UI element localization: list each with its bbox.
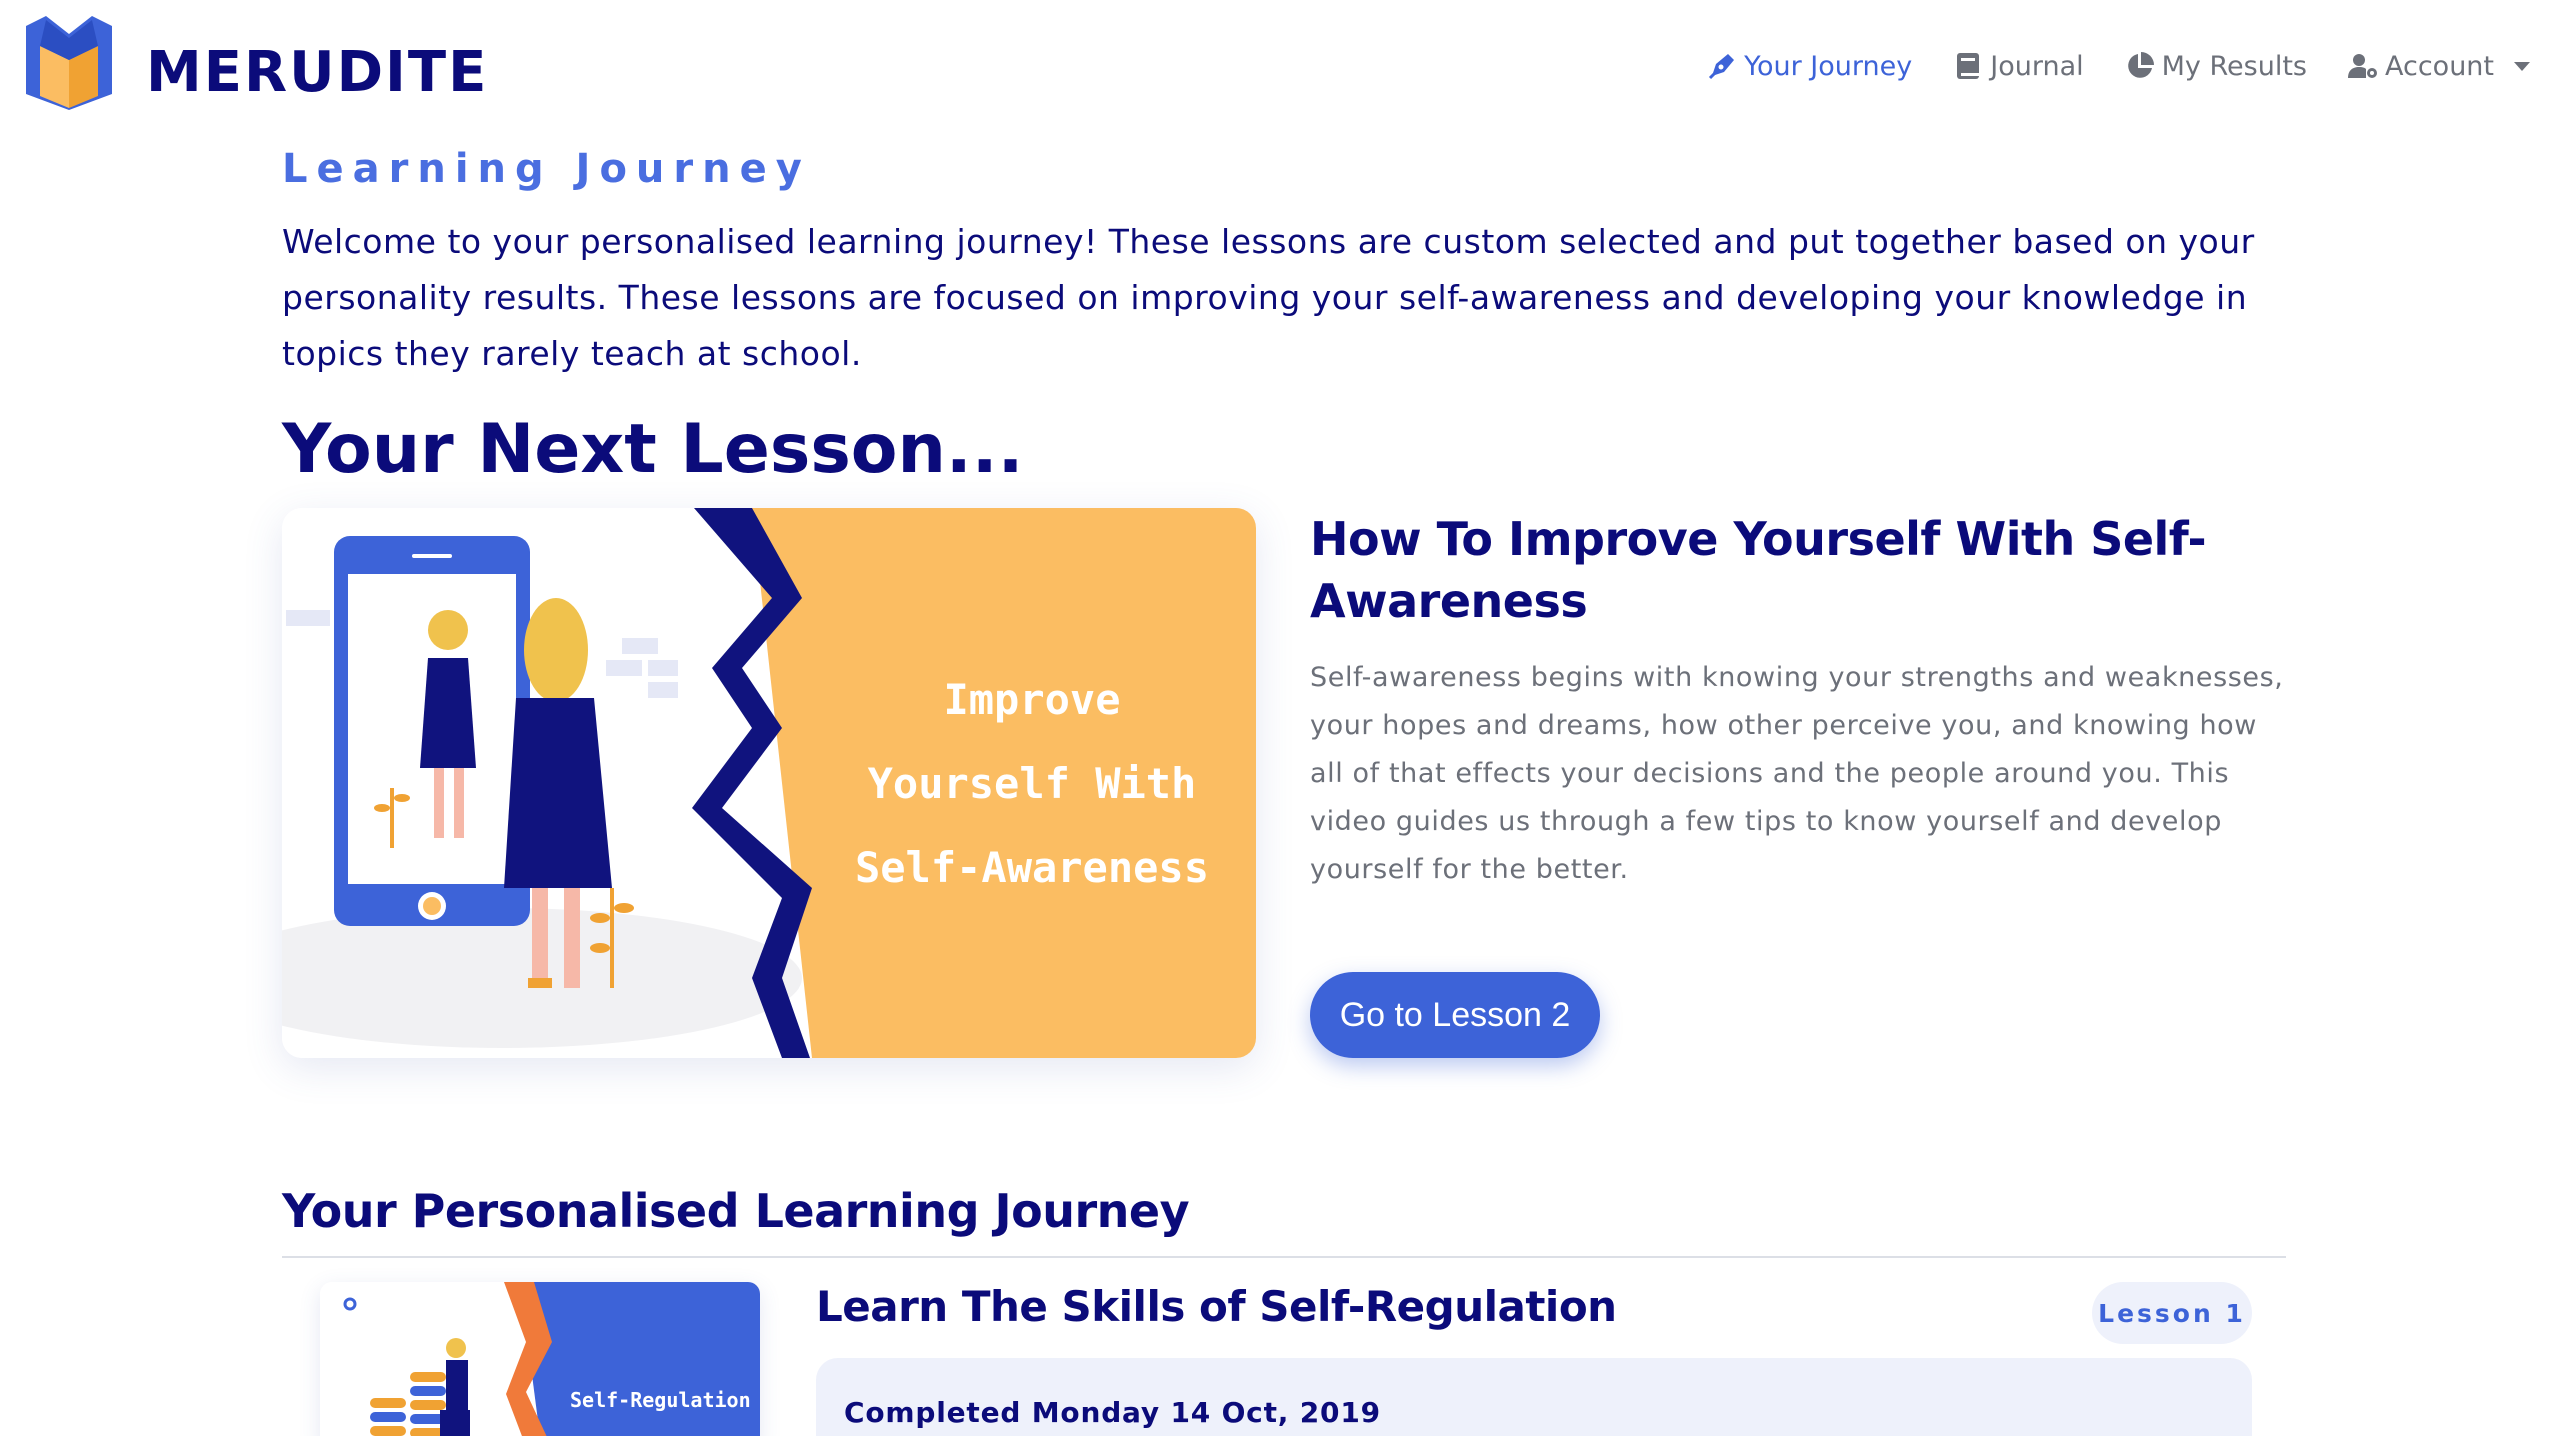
divider [282, 1256, 2286, 1258]
thumbnail-caption: Self-Regulation [570, 1388, 751, 1412]
next-lesson-info: How To Improve Yourself With Self-Awaren… [1310, 508, 2290, 894]
thumbnail-line-3: Self-Awareness [854, 843, 1209, 892]
brand-name: MERUDITE [146, 40, 489, 105]
intro-text: Welcome to your personalised learning jo… [282, 222, 2255, 373]
nav-label: Journal [1990, 50, 2084, 82]
user-gear-icon [2347, 54, 2377, 78]
main-nav: Your Journey Journal My Results Account [1706, 50, 2530, 82]
thumbnail-caption: Improve Yourself With Self-Awareness [842, 658, 1222, 910]
nav-journal[interactable]: Journal [1952, 50, 2084, 82]
nav-label: Account [2384, 50, 2494, 82]
journey-heading: Your Personalised Learning Journey [282, 1184, 1190, 1238]
pie-chart-icon [2127, 52, 2154, 78]
page-title: Learning Journey [282, 146, 811, 192]
thumbnail-line-2: Yourself With [867, 759, 1197, 808]
pen-nib-icon [1709, 54, 1735, 80]
completed-status-box: Completed Monday 14 Oct, 2019 [816, 1358, 2252, 1436]
completed-status: Completed Monday 14 Oct, 2019 [844, 1396, 1381, 1429]
next-lesson-thumbnail[interactable]: Improve Yourself With Self-Awareness [282, 508, 1256, 1058]
nav-your-journey[interactable]: Your Journey [1706, 50, 1912, 82]
journey-item-title[interactable]: Learn The Skills of Self-Regulation [816, 1282, 1617, 1331]
top-navbar: MERUDITE Your Journey Journal My Results… [0, 0, 2560, 130]
nav-label: My Results [2161, 50, 2307, 82]
notebook-icon [1957, 53, 1980, 79]
go-to-lesson-button[interactable]: Go to Lesson 2 [1310, 972, 1600, 1058]
brand-link[interactable]: MERUDITE [26, 16, 486, 110]
next-lesson-heading: Your Next Lesson... [282, 410, 1024, 489]
lesson-badge: Lesson 1 [2092, 1282, 2252, 1344]
self-regulation-illustration [320, 1282, 760, 1436]
next-lesson-title: How To Improve Yourself With Self-Awaren… [1310, 512, 2207, 628]
book-logo-icon [26, 16, 112, 110]
nav-account-dropdown[interactable]: Account [2347, 50, 2530, 82]
next-lesson-description: Self-awareness begins with knowing your … [1310, 662, 2284, 885]
nav-my-results[interactable]: My Results [2124, 50, 2307, 82]
chevron-down-icon [2514, 61, 2530, 71]
journey-item-thumbnail[interactable]: Self-Regulation [320, 1282, 760, 1436]
nav-label: Your Journey [1744, 50, 1913, 82]
thumbnail-line-1: Improve [943, 675, 1121, 724]
